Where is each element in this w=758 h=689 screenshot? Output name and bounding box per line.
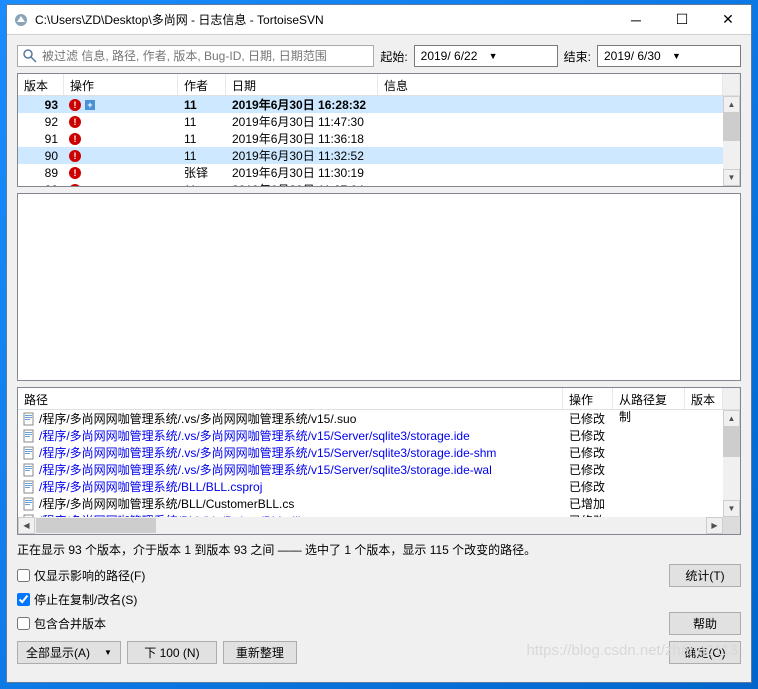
- scroll-right-icon[interactable]: ▶: [706, 517, 723, 534]
- window-title: C:\Users\ZD\Desktop\多尚网 - 日志信息 - Tortois…: [35, 11, 613, 28]
- svg-text:!: !: [74, 117, 77, 127]
- scroll-left-icon[interactable]: ◀: [18, 517, 35, 534]
- col-header-date[interactable]: 日期: [226, 74, 378, 95]
- svg-text:!: !: [74, 151, 77, 161]
- svg-text:!: !: [74, 134, 77, 144]
- revision-row[interactable]: 93!+112019年6月30日 16:28:32: [18, 96, 723, 113]
- checkbox-affected-paths[interactable]: 仅显示影响的路径(F): [17, 567, 145, 584]
- app-icon: [13, 12, 29, 28]
- scroll-thumb[interactable]: [723, 113, 740, 141]
- refresh-button[interactable]: 重新整理: [223, 641, 297, 664]
- chevron-down-icon: ▼: [489, 51, 553, 61]
- end-date-picker[interactable]: 2019/ 6/30 ▼: [597, 45, 741, 67]
- end-date-label: 结束:: [564, 48, 591, 65]
- svg-text:!: !: [74, 168, 77, 178]
- col-header-message[interactable]: 信息: [378, 74, 723, 95]
- revision-row[interactable]: 88!112019年6月30日 11:27:04: [18, 181, 723, 186]
- scroll-up-icon[interactable]: ▲: [723, 410, 740, 427]
- window-controls: ─ ☐ ✕: [613, 5, 751, 35]
- close-button[interactable]: ✕: [705, 5, 751, 35]
- scroll-thumb[interactable]: [36, 518, 156, 533]
- revision-row[interactable]: 89!张铎2019年6月30日 11:30:19: [18, 164, 723, 181]
- search-icon: [22, 48, 38, 64]
- chevron-down-icon: ▼: [104, 648, 112, 657]
- revision-row[interactable]: 92!112019年6月30日 11:47:30: [18, 113, 723, 130]
- paths-h-scrollbar[interactable]: ◀ ▶: [18, 517, 740, 534]
- start-date-picker[interactable]: 2019/ 6/22 ▼: [414, 45, 558, 67]
- content-area: 起始: 2019/ 6/22 ▼ 结束: 2019/ 6/30 ▼ 版本 操作 …: [7, 35, 751, 682]
- chevron-down-icon: ▼: [672, 51, 736, 61]
- col-header-revision[interactable]: 版本: [18, 74, 64, 95]
- maximize-button[interactable]: ☐: [659, 5, 705, 35]
- paths-header: 路径 操作 从路径复制 版本: [18, 388, 740, 410]
- message-panel[interactable]: [17, 193, 741, 381]
- path-row[interactable]: /程序/多尚网网咖管理系统/.vs/多尚网网咖管理系统/v15/Server/s…: [18, 444, 723, 461]
- search-input[interactable]: [42, 49, 369, 63]
- svg-text:+: +: [87, 100, 92, 110]
- revision-scrollbar[interactable]: ▲ ▼: [723, 96, 740, 186]
- col-header-copyfrom[interactable]: 从路径复制: [613, 388, 685, 409]
- col-header-action[interactable]: 操作: [563, 388, 613, 409]
- minimize-button[interactable]: ─: [613, 5, 659, 35]
- status-text: 正在显示 93 个版本，介于版本 1 到版本 93 之间 —— 选中了 1 个版…: [17, 541, 741, 558]
- path-row[interactable]: /程序/多尚网网咖管理系统/BLL/BLL.csproj已修改: [18, 478, 723, 495]
- path-row[interactable]: /程序/多尚网网咖管理系统/BLL/CustomerBLL.cs已增加: [18, 495, 723, 512]
- show-all-button[interactable]: 全部显示(A) ▼: [17, 641, 121, 664]
- revision-list: 版本 操作 作者 日期 信息 93!+112019年6月30日 16:28:32…: [17, 73, 741, 187]
- help-button[interactable]: 帮助: [669, 612, 741, 635]
- revision-list-header: 版本 操作 作者 日期 信息: [18, 74, 740, 96]
- col-header-rev[interactable]: 版本: [685, 388, 723, 409]
- scroll-up-icon[interactable]: ▲: [723, 96, 740, 113]
- revision-row[interactable]: 90!112019年6月30日 11:32:52: [18, 147, 723, 164]
- col-header-author[interactable]: 作者: [178, 74, 226, 95]
- search-box[interactable]: [17, 45, 374, 67]
- checkbox-include-merged[interactable]: 包含合并版本: [17, 615, 106, 632]
- path-row[interactable]: /程序/多尚网网咖管理系统/.vs/多尚网网咖管理系统/v15/Server/s…: [18, 461, 723, 478]
- bottom-buttons: 全部显示(A) ▼ 下 100 (N) 重新整理 确定(O): [17, 641, 741, 664]
- checkbox-stop-on-copy[interactable]: 停止在复制/改名(S): [17, 591, 137, 608]
- start-date-label: 起始:: [380, 48, 407, 65]
- next-100-button[interactable]: 下 100 (N): [127, 641, 217, 664]
- path-row[interactable]: /程序/多尚网网咖管理系统/.vs/多尚网网咖管理系统/v15/.suo已修改: [18, 410, 723, 427]
- paths-v-scrollbar[interactable]: ▲ ▼: [723, 410, 740, 517]
- filter-row: 起始: 2019/ 6/22 ▼ 结束: 2019/ 6/30 ▼: [17, 45, 741, 67]
- options-area: 仅显示影响的路径(F) 统计(T) 停止在复制/改名(S) 包含合并版本 帮助: [17, 564, 741, 635]
- svg-text:!: !: [74, 100, 77, 110]
- scroll-thumb[interactable]: [723, 427, 740, 457]
- stats-button[interactable]: 统计(T): [669, 564, 741, 587]
- revision-row[interactable]: 91!112019年6月30日 11:36:18: [18, 130, 723, 147]
- titlebar: C:\Users\ZD\Desktop\多尚网 - 日志信息 - Tortois…: [7, 5, 751, 35]
- app-window: C:\Users\ZD\Desktop\多尚网 - 日志信息 - Tortois…: [6, 4, 752, 683]
- col-header-path[interactable]: 路径: [18, 388, 563, 409]
- scroll-down-icon[interactable]: ▼: [723, 500, 740, 517]
- changed-paths-list: 路径 操作 从路径复制 版本 /程序/多尚网网咖管理系统/.vs/多尚网网咖管理…: [17, 387, 741, 535]
- svg-text:!: !: [74, 185, 77, 187]
- col-header-action[interactable]: 操作: [64, 74, 178, 95]
- scroll-down-icon[interactable]: ▼: [723, 169, 740, 186]
- ok-button[interactable]: 确定(O): [669, 641, 741, 664]
- path-row[interactable]: /程序/多尚网网咖管理系统/.vs/多尚网网咖管理系统/v15/Server/s…: [18, 427, 723, 444]
